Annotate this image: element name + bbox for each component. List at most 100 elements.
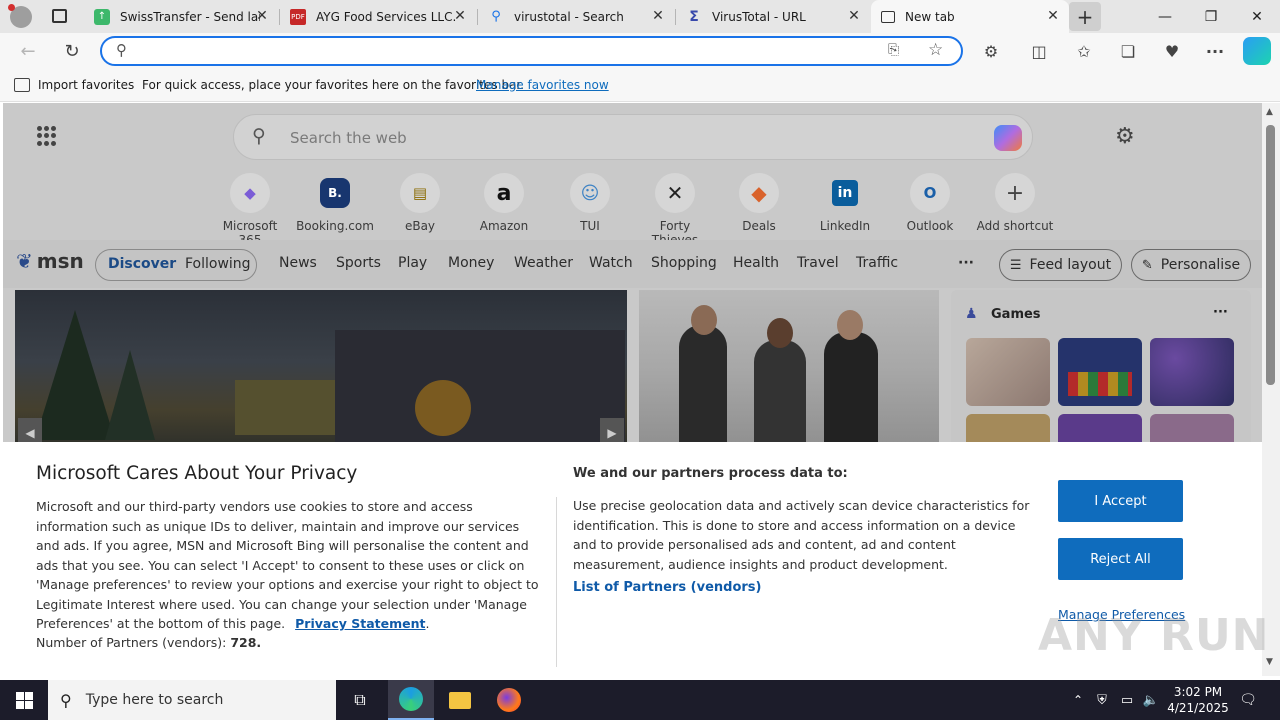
shortcut-tui[interactable]: ☺ TUI [550, 173, 630, 233]
close-tab-icon[interactable]: ✕ [846, 8, 862, 24]
amazon-icon: a [484, 173, 524, 213]
tab-virustotal-url[interactable]: Σ VirusTotal - URL ✕ [676, 0, 870, 33]
web-search-box[interactable]: ⚲ Search the web [233, 114, 1033, 160]
shortcut-ebay[interactable]: ▤ eBay [380, 173, 460, 233]
sliders-icon: ☰ [1009, 257, 1022, 273]
msn-logo[interactable]: ❦ msn [16, 249, 84, 273]
favorites-icon[interactable]: ✩ [1069, 36, 1099, 66]
shortcut-deals[interactable]: ◆ Deals [719, 173, 799, 233]
refresh-icon[interactable]: ↻ [57, 36, 87, 66]
close-tab-icon[interactable]: ✕ [452, 8, 468, 24]
feed-card-business[interactable] [639, 290, 939, 450]
security-tray-icon[interactable]: ⛨ [1092, 680, 1112, 720]
close-tab-icon[interactable]: ✕ [1045, 8, 1061, 24]
start-button[interactable] [0, 680, 48, 720]
shortcut-forty-thieves[interactable]: ✕Forty Thieves [635, 173, 715, 247]
extensions-icon[interactable]: ⚙ [976, 36, 1006, 66]
file-explorer-icon[interactable] [437, 680, 483, 720]
privacy-title: Microsoft Cares About Your Privacy [36, 463, 358, 484]
task-view-icon[interactable]: ⧉ [338, 680, 382, 720]
shortcut-outlook[interactable]: O Outlook [890, 173, 970, 233]
outlook-icon: O [910, 173, 950, 213]
shortcut-booking[interactable]: B. Booking.com [295, 173, 375, 233]
reject-all-button[interactable]: Reject All [1058, 538, 1183, 580]
show-hidden-icons[interactable]: ⌃ [1068, 680, 1088, 720]
search-icon: ⚲ [491, 9, 501, 24]
scroll-thumb[interactable] [1266, 125, 1275, 385]
windows-taskbar: ⚲ Type here to search ⧉ ⌃ ⛨ ▭ 🔈 3:02 PM … [0, 680, 1280, 720]
nav-play[interactable]: Play [398, 255, 427, 271]
feed-card-game-scene[interactable]: ◀ ▶ [15, 290, 627, 450]
restore-button[interactable]: ❐ [1188, 0, 1234, 33]
privacy-statement-link[interactable]: Privacy Statement [295, 616, 425, 631]
pdf-icon: PDF [290, 8, 306, 25]
nav-watch[interactable]: Watch [589, 255, 633, 271]
firefox-icon[interactable] [486, 680, 532, 720]
address-bar[interactable]: ⚲ ⎘ ☆ [100, 36, 963, 66]
personalise-button[interactable]: ✎ Personalise [1131, 249, 1251, 281]
nav-travel[interactable]: Travel [797, 255, 839, 271]
edge-taskbar-icon[interactable] [388, 680, 434, 720]
nav-weather[interactable]: Weather [514, 255, 573, 271]
address-input[interactable] [146, 42, 846, 60]
game-tile-blocks[interactable] [1058, 338, 1142, 406]
games-more-icon[interactable]: ··· [1213, 305, 1228, 320]
browser-toolbar: ← ↻ ⚲ ⎘ ☆ ⚙ ◫ ✩ ❏ ♥ ··· [0, 33, 1280, 70]
manage-favorites-link[interactable]: Manage favorites now [476, 78, 609, 92]
close-window-button[interactable]: ✕ [1234, 0, 1280, 33]
network-icon[interactable]: ▭ [1116, 680, 1138, 720]
favorite-star-icon[interactable]: ☆ [928, 40, 943, 60]
list-of-partners-link[interactable]: List of Partners (vendors) [573, 580, 761, 595]
newtab-icon [881, 10, 895, 23]
settings-gear-icon[interactable]: ⚙ [1115, 124, 1135, 149]
game-tile-gems[interactable] [1150, 338, 1234, 406]
game-tile-story[interactable] [966, 338, 1050, 406]
nav-traffic[interactable]: Traffic [856, 255, 898, 271]
shortcut-amazon[interactable]: a Amazon [464, 173, 544, 233]
performance-icon[interactable]: ♥ [1157, 36, 1187, 66]
immersive-reader-icon[interactable]: ⎘ [888, 42, 899, 58]
tab-pdf[interactable]: PDF AYG Food Services LLC.p ✕ [280, 0, 476, 33]
tab-new-tab[interactable]: New tab ✕ [871, 0, 1069, 33]
copilot-icon[interactable] [1243, 37, 1271, 65]
more-menu-icon[interactable]: ··· [1200, 36, 1230, 66]
collections-icon[interactable]: ❏ [1113, 36, 1143, 66]
notifications-icon[interactable]: 🗨 [1236, 680, 1260, 720]
new-tab-button[interactable]: + [1069, 2, 1101, 31]
scroll-up-icon[interactable]: ▲ [1266, 107, 1273, 117]
import-favorites-button[interactable]: Import favorites [38, 78, 134, 92]
tab-discover[interactable]: Discover [108, 256, 176, 272]
app-launcher-icon[interactable] [37, 126, 57, 146]
games-icon: ♟ [965, 306, 978, 322]
booking-icon: B. [320, 178, 350, 208]
shortcut-microsoft-365[interactable]: ◆Microsoft 365 [210, 173, 290, 247]
processing-heading: We and our partners process data to: [573, 466, 848, 481]
add-shortcut-button[interactable]: + Add shortcut [975, 173, 1055, 233]
privacy-consent-dialog: Microsoft Cares About Your Privacy Micro… [3, 442, 1269, 676]
clock[interactable]: 3:02 PM 4/21/2025 [1160, 680, 1236, 720]
page-scrollbar[interactable]: ▲ ▼ [1262, 103, 1280, 676]
tab-following[interactable]: Following [185, 256, 251, 272]
back-icon[interactable]: ← [13, 36, 43, 66]
nav-health[interactable]: Health [733, 255, 779, 271]
import-favorites-icon[interactable] [14, 78, 30, 92]
feed-layout-button[interactable]: ☰ Feed layout [999, 249, 1122, 281]
shortcut-linkedin[interactable]: in LinkedIn [805, 173, 885, 233]
nav-money[interactable]: Money [448, 255, 494, 271]
taskbar-search-box[interactable]: ⚲ Type here to search [48, 680, 336, 720]
volume-icon[interactable]: 🔈 [1140, 680, 1162, 720]
tab-virustotal-search[interactable]: ⚲ virustotal - Search ✕ [478, 0, 674, 33]
close-tab-icon[interactable]: ✕ [254, 8, 270, 24]
nav-shopping[interactable]: Shopping [651, 255, 717, 271]
profile-avatar[interactable] [8, 4, 32, 28]
split-screen-icon[interactable]: ◫ [1024, 36, 1054, 66]
nav-more-icon[interactable]: ··· [958, 255, 974, 271]
tab-actions-icon[interactable] [52, 9, 67, 23]
copilot-icon[interactable] [994, 125, 1022, 151]
nav-sports[interactable]: Sports [336, 255, 381, 271]
minimize-button[interactable]: — [1142, 0, 1188, 33]
accept-button[interactable]: I Accept [1058, 480, 1183, 522]
close-tab-icon[interactable]: ✕ [650, 8, 666, 24]
nav-news[interactable]: News [279, 255, 317, 271]
tab-swisstransfer[interactable]: ↑ SwissTransfer - Send larg ✕ [84, 0, 278, 33]
